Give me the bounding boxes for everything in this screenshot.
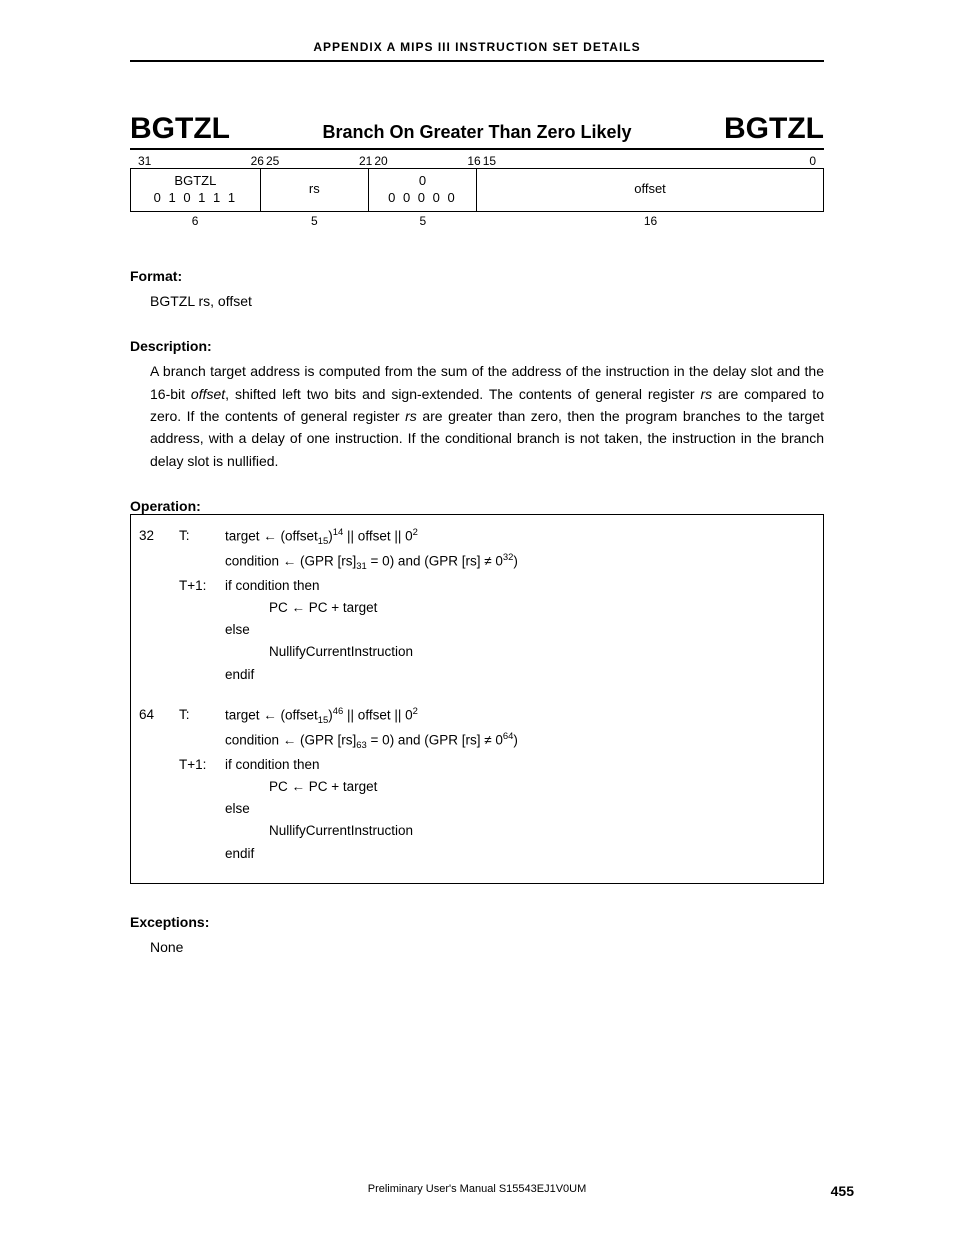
t-c: || offset || 0 <box>343 529 412 544</box>
op-T1: T+1: <box>179 575 219 597</box>
enc-field-rs: rs <box>261 169 369 211</box>
desc-offset: offset <box>191 386 225 402</box>
bit-25: 25 <box>264 154 371 168</box>
desc-rs1: rs <box>700 386 712 402</box>
c-sup: 64 <box>503 731 514 742</box>
op-if: if condition then <box>225 575 815 597</box>
op-T: T: <box>179 525 219 550</box>
t-sup: 14 <box>333 527 344 538</box>
mnemonic-right: BGTZL <box>724 112 824 146</box>
op-line-target-32: target ← (offset15)14 || offset || 02 <box>225 525 815 550</box>
c-b: = 0) and (GPR [rs] ≠ 0 <box>367 553 503 568</box>
op-line-target-64: target ← (offset15)46 || offset || 02 <box>225 704 815 729</box>
footer-center: Preliminary User's Manual S15543EJ1V0UM <box>100 1183 854 1195</box>
enc-bot: 0 1 0 1 1 1 <box>131 190 260 207</box>
enc-bot: 0 0 0 0 0 <box>369 190 476 207</box>
op-endif: endif <box>225 664 815 686</box>
c-sub: 31 <box>356 561 367 572</box>
enc-field-opcode: BGTZL 0 1 0 1 1 1 <box>131 169 261 211</box>
enc-field-zero: 0 0 0 0 0 0 <box>369 169 477 211</box>
page-footer: Preliminary User's Manual S15543EJ1V0UM … <box>100 1183 854 1199</box>
op-if-64: if condition then <box>225 754 815 776</box>
c-a: condition ← (GPR [rs] <box>225 732 356 747</box>
enc-field-offset: offset <box>477 169 823 211</box>
t-sup2: 2 <box>413 527 418 538</box>
encoding-diagram: 31 26 25 21 20 16 15 0 BGTZL 0 1 0 1 1 1… <box>130 154 824 228</box>
appendix-header: APPENDIX A MIPS III INSTRUCTION SET DETA… <box>130 40 824 60</box>
encoding-table: BGTZL 0 1 0 1 1 1 rs 0 0 0 0 0 0 offset <box>130 168 824 212</box>
bit-21: 21 <box>359 154 372 168</box>
format-label: Format: <box>130 268 824 284</box>
field-widths: 6 5 5 16 <box>130 214 824 228</box>
exceptions-label: Exceptions: <box>130 914 824 930</box>
op-pc: PC ← PC + target <box>225 597 815 619</box>
c-sup: 32 <box>503 552 514 563</box>
description-text: A branch target address is computed from… <box>150 360 824 472</box>
enc-top: BGTZL <box>131 173 260 190</box>
t-sub: 15 <box>318 715 329 726</box>
enc-top: rs <box>309 181 320 198</box>
t-a: target ← (offset <box>225 708 318 723</box>
bit-20: 20 <box>372 154 479 168</box>
bit-positions: 31 26 25 21 20 16 15 0 <box>130 154 824 168</box>
description-label: Description: <box>130 338 824 354</box>
instruction-title: Branch On Greater Than Zero Likely <box>322 122 631 143</box>
c-b: = 0) and (GPR [rs] ≠ 0 <box>367 732 503 747</box>
bit-15: 15 <box>481 154 496 168</box>
bit-16: 16 <box>467 154 480 168</box>
op-else: else <box>225 619 815 641</box>
mnemonic-left: BGTZL <box>130 112 230 146</box>
op-64: 64 T: target ← (offset15)46 || offset ||… <box>139 704 815 865</box>
c-a: condition ← (GPR [rs] <box>225 553 356 568</box>
desc-rs2: rs <box>405 408 417 424</box>
bit-31: 31 <box>134 154 263 168</box>
operation-label: Operation: <box>130 498 824 514</box>
format-text: BGTZL rs, offset <box>150 290 824 312</box>
op-endif-64: endif <box>225 843 815 865</box>
op-32: 32 T: target ← (offset15)14 || offset ||… <box>139 525 815 686</box>
operation-box: 32 T: target ← (offset15)14 || offset ||… <box>130 515 824 884</box>
desc-b: , shifted left two bits and sign-extende… <box>225 386 700 402</box>
op-T1-64: T+1: <box>179 754 219 776</box>
c-sub: 63 <box>356 740 367 751</box>
enc-top: offset <box>634 181 666 198</box>
op-T-64: T: <box>179 704 219 729</box>
c-c: ) <box>513 553 518 568</box>
header-rule <box>130 60 824 62</box>
bit-26: 26 <box>251 154 264 168</box>
op-line-cond-64: condition ← (GPR [rs]63 = 0) and (GPR [r… <box>225 729 815 754</box>
instruction-header: BGTZL Branch On Greater Than Zero Likely… <box>130 112 824 150</box>
width-16: 16 <box>477 214 824 228</box>
t-a: target ← (offset <box>225 529 318 544</box>
bit-0: 0 <box>809 154 820 168</box>
t-sub: 15 <box>318 536 329 547</box>
mode-64: 64 <box>139 704 173 729</box>
op-pc-64: PC ← PC + target <box>225 776 815 798</box>
op-else-64: else <box>225 798 815 820</box>
t-c: || offset || 0 <box>343 708 412 723</box>
op-nullify: NullifyCurrentInstruction <box>225 641 815 663</box>
t-sup2: 2 <box>413 706 418 717</box>
exceptions-text: None <box>150 936 824 958</box>
op-line-cond-32: condition ← (GPR [rs]31 = 0) and (GPR [r… <box>225 550 815 575</box>
width-6: 6 <box>130 214 260 228</box>
op-nullify-64: NullifyCurrentInstruction <box>225 820 815 842</box>
width-5b: 5 <box>369 214 477 228</box>
mode-32: 32 <box>139 525 173 550</box>
width-5a: 5 <box>260 214 368 228</box>
enc-top: 0 <box>369 173 476 190</box>
c-c: ) <box>513 732 518 747</box>
t-sup: 46 <box>333 706 344 717</box>
